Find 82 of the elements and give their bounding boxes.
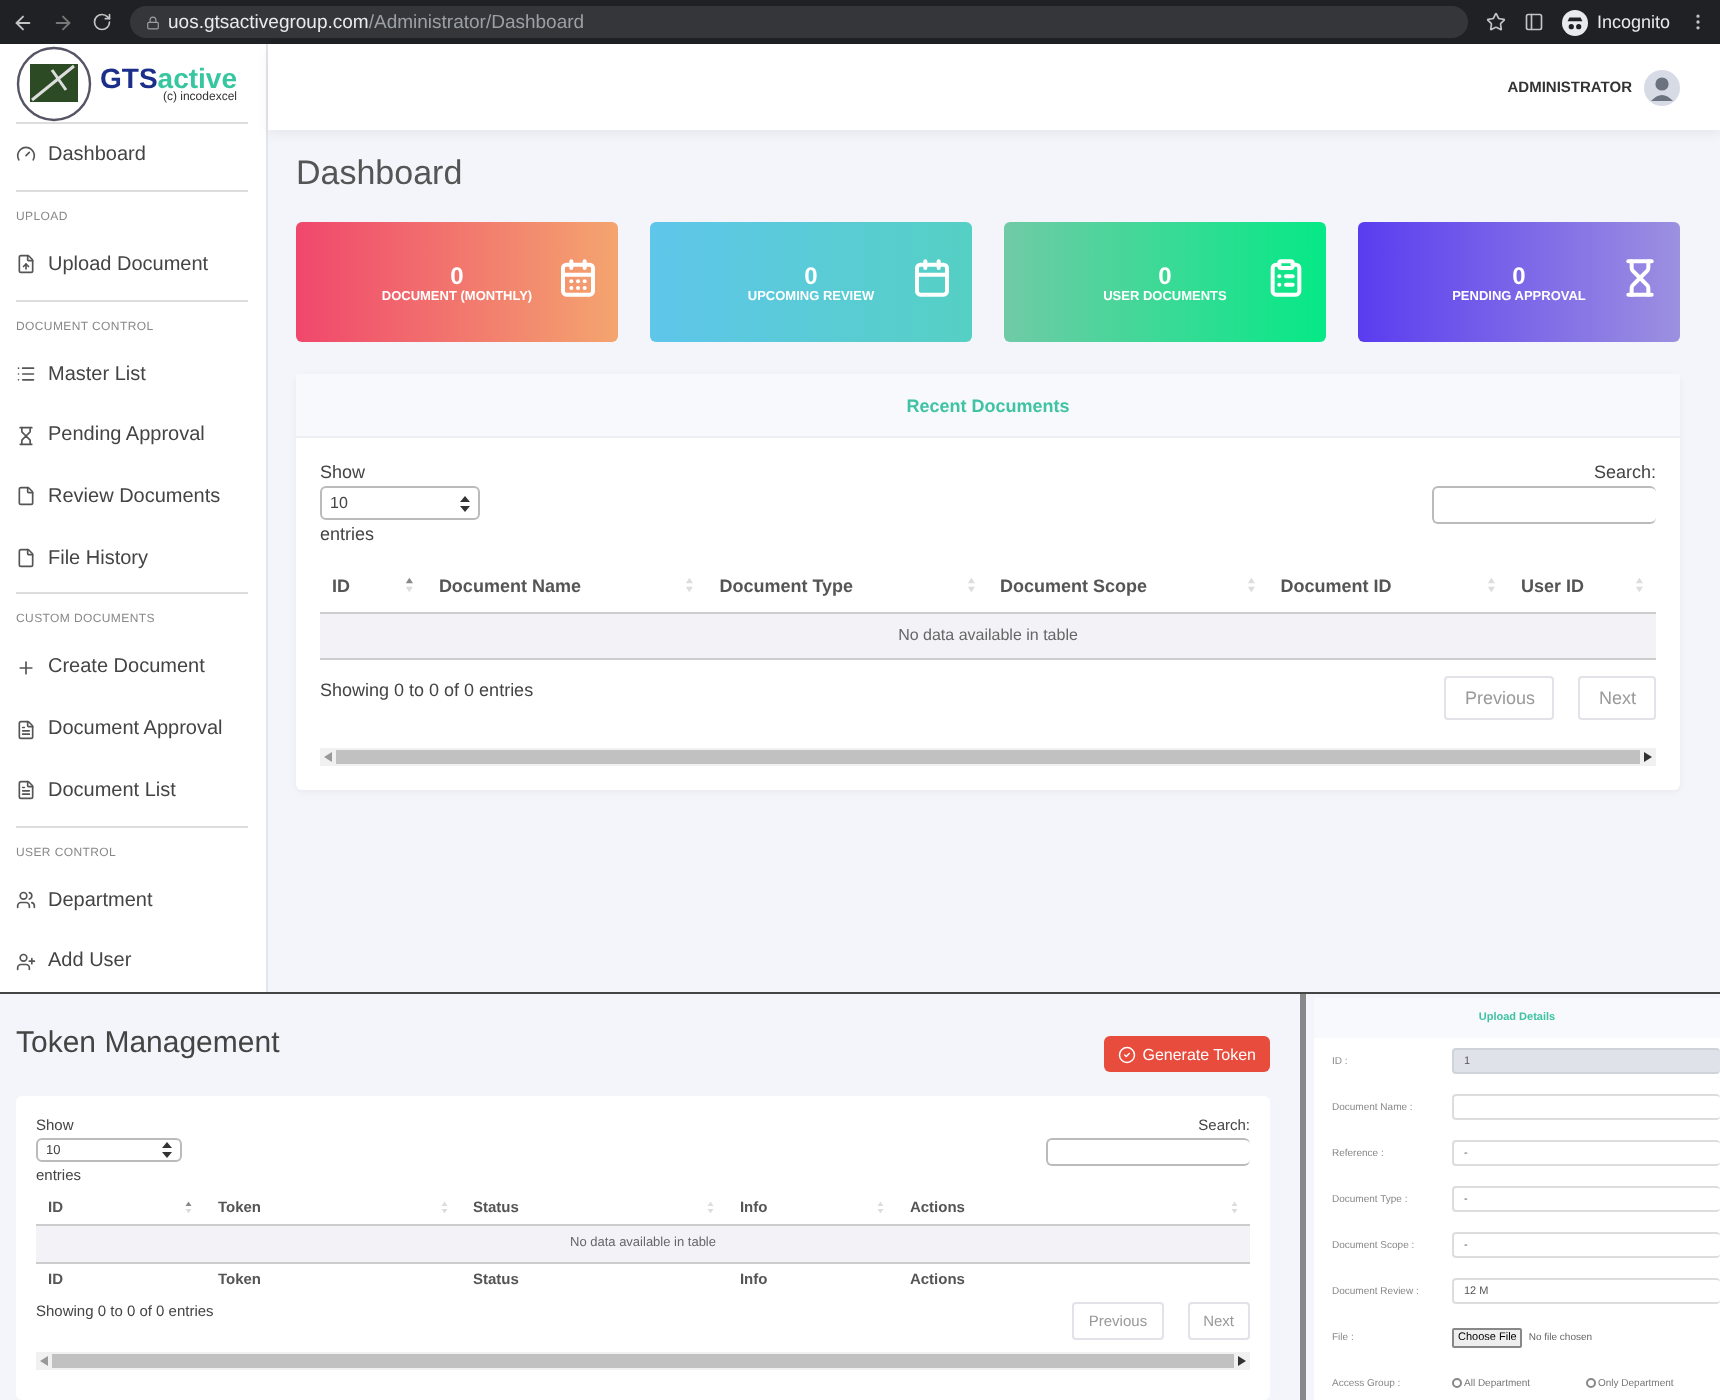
nav-item[interactable]: Add User xyxy=(16,930,248,992)
side-panel-icon[interactable] xyxy=(1524,12,1545,32)
column-header[interactable]: Document ID xyxy=(1268,560,1509,612)
file-icon xyxy=(16,548,36,569)
empty-table-message: No data available in table xyxy=(320,612,1656,658)
search-field[interactable] xyxy=(1432,486,1656,524)
sort-icon xyxy=(965,576,976,595)
nav-item[interactable]: Pending Approval xyxy=(16,404,248,467)
incognito-icon[interactable] xyxy=(1562,9,1589,35)
add-user-icon xyxy=(16,951,36,972)
check-circle-icon xyxy=(1118,1045,1137,1063)
search-field[interactable] xyxy=(1046,1138,1250,1166)
column-header[interactable]: User ID xyxy=(1508,560,1656,612)
sort-icon xyxy=(1245,576,1257,595)
avatar-icon[interactable] xyxy=(1644,69,1680,105)
profile-label: Incognito xyxy=(1596,12,1670,32)
column-header[interactable]: Document Scope xyxy=(987,560,1269,612)
scroll-left-icon[interactable] xyxy=(40,1356,48,1366)
nav-item[interactable]: Document Approval xyxy=(16,698,248,760)
scroll-right-icon[interactable] xyxy=(1238,1356,1246,1366)
file-upload-icon xyxy=(16,254,36,275)
show-label: Show xyxy=(320,462,368,482)
lock-icon xyxy=(146,15,160,29)
hourglass-icon xyxy=(16,425,36,446)
input-field[interactable] xyxy=(1452,1094,1720,1120)
nav-item[interactable]: Review Documents xyxy=(16,466,248,528)
stat-value: 0 xyxy=(450,261,464,289)
page-title: Dashboard xyxy=(296,154,465,194)
entries-label: entries xyxy=(320,524,377,544)
nav-item[interactable]: File History xyxy=(16,527,248,589)
horizontal-scrollbar[interactable] xyxy=(320,747,1656,765)
panel-title: Recent Documents xyxy=(906,395,1070,415)
radio-button[interactable] xyxy=(1586,1378,1596,1388)
plus-icon xyxy=(16,657,36,678)
calendar-icon xyxy=(912,258,952,298)
up-down-icon xyxy=(162,1142,172,1158)
radio-button[interactable] xyxy=(1452,1378,1462,1388)
document-icon xyxy=(16,780,36,801)
logo-text: GTSactive xyxy=(100,63,237,92)
users-icon xyxy=(16,890,36,911)
stat-value: 0 xyxy=(804,261,818,289)
stat-value: 0 xyxy=(1158,261,1172,289)
table-info: Showing 0 to 0 of 0 entries xyxy=(320,679,534,699)
sort-icon xyxy=(184,1199,194,1214)
nav-item[interactable]: Master List xyxy=(16,343,248,405)
page-title: Token Management xyxy=(16,1026,280,1060)
generate-token-button[interactable]: Generate Token xyxy=(1104,1036,1270,1072)
nav-item[interactable]: Document List xyxy=(16,759,248,822)
sort-icon xyxy=(1633,576,1644,595)
clipboard-icon xyxy=(1266,258,1306,298)
sort-icon xyxy=(1229,1199,1238,1214)
column-header[interactable]: Document Type xyxy=(707,560,988,612)
nav-item[interactable]: Department xyxy=(16,869,248,931)
sort-icon xyxy=(706,1199,716,1214)
page-size-select[interactable]: 10 xyxy=(320,486,480,520)
document-icon xyxy=(16,719,36,740)
stat-value: 0 xyxy=(1512,261,1526,289)
gauge-icon xyxy=(16,144,36,165)
star-icon[interactable] xyxy=(1486,12,1507,32)
address-bar[interactable]: uos.gtsactivegroup.com/Administrator/Dashboard xyxy=(130,6,1469,38)
file-icon xyxy=(16,486,36,507)
hourglass-icon xyxy=(1620,258,1660,298)
forward-icon[interactable] xyxy=(52,11,74,33)
reload-icon[interactable] xyxy=(92,12,112,32)
scroll-right-icon[interactable] xyxy=(1644,751,1652,761)
nav-item[interactable]: Dashboard xyxy=(16,124,248,186)
list-icon xyxy=(16,364,36,385)
nav-item[interactable]: Create Document xyxy=(16,637,248,699)
nav-item[interactable]: Upload Document xyxy=(16,233,248,296)
column-header[interactable]: Document Name xyxy=(426,560,708,612)
sort-icon xyxy=(1486,576,1497,595)
sort-icon xyxy=(404,576,415,595)
column-header[interactable]: ID xyxy=(320,560,427,612)
up-down-icon xyxy=(460,495,470,511)
sort-icon xyxy=(876,1199,886,1214)
sort-icon xyxy=(439,1199,449,1214)
sort-icon xyxy=(684,576,696,595)
horizontal-scrollbar[interactable] xyxy=(36,1352,1250,1370)
calendar-icon xyxy=(558,258,598,298)
back-icon[interactable] xyxy=(12,11,34,33)
scroll-left-icon[interactable] xyxy=(324,751,332,761)
search-label: Search: xyxy=(1593,462,1656,482)
